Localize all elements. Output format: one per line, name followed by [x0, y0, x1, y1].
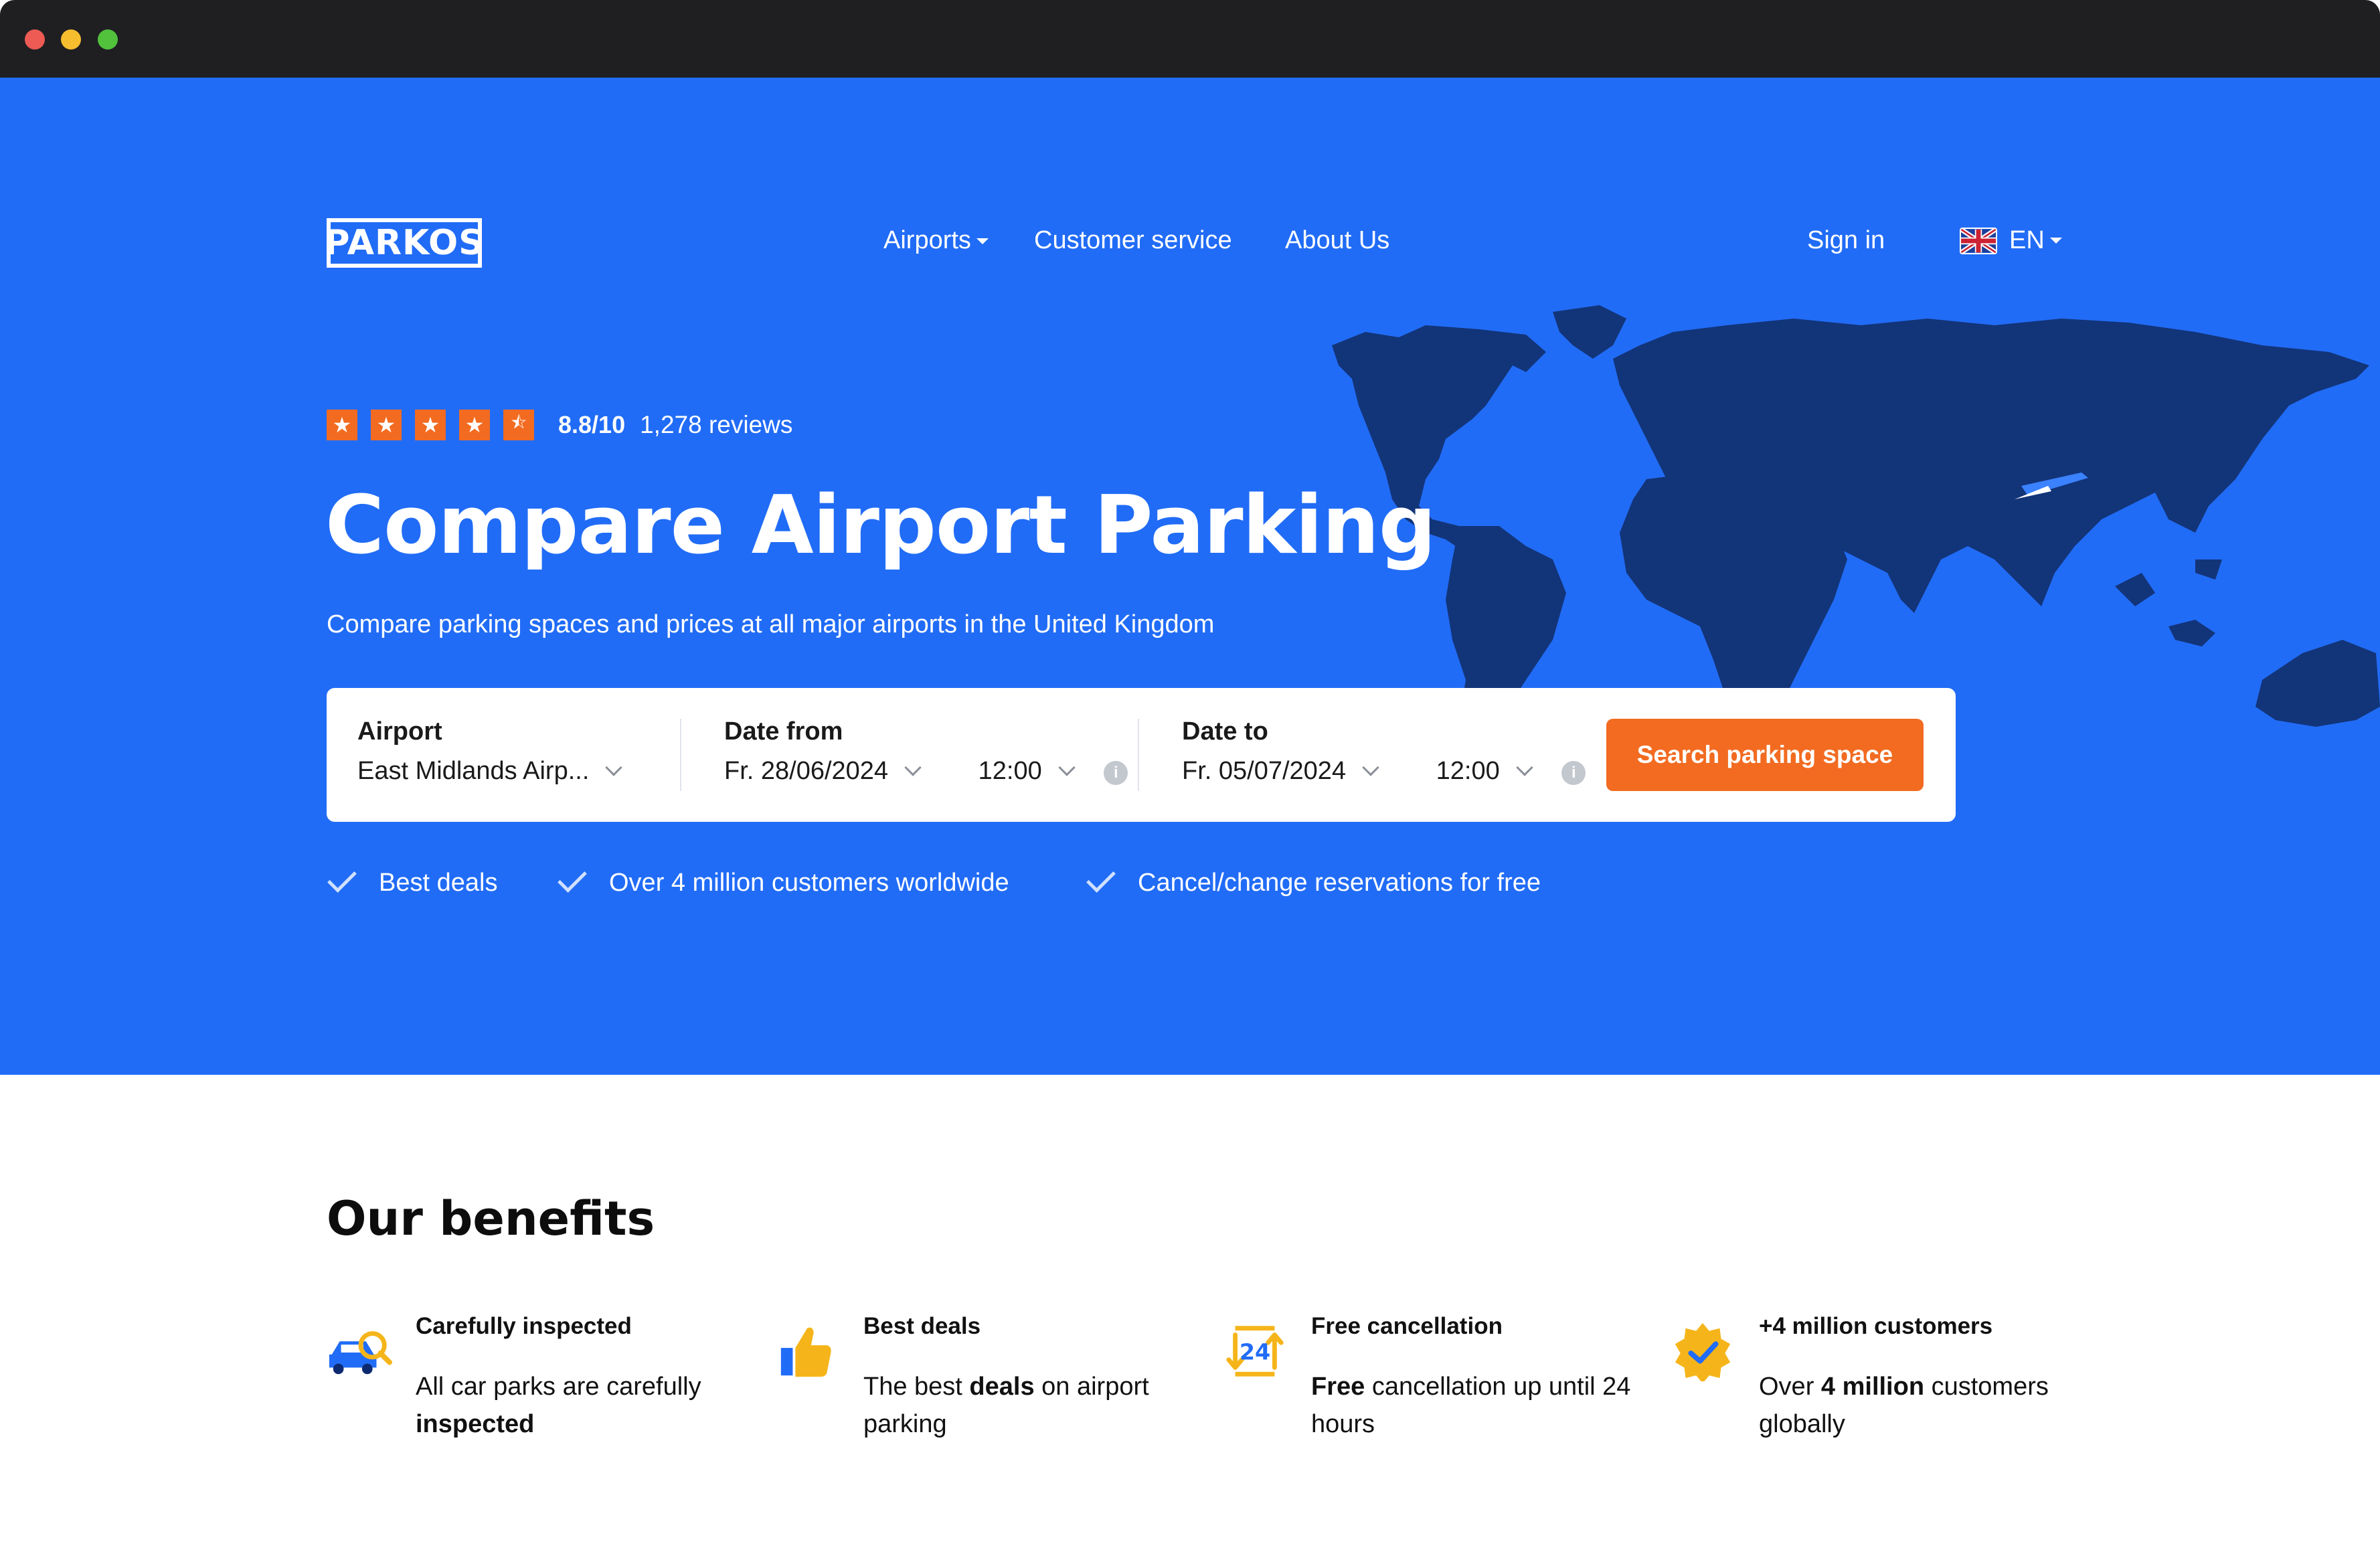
page-title: Compare Airport Parking: [325, 479, 1436, 572]
24-hours-icon: 24: [1226, 1326, 1284, 1377]
rating-reviews: 1,278 reviews: [640, 411, 793, 438]
benefits-heading: Our benefits: [327, 1191, 655, 1246]
half-star-icon: ⯪: [503, 410, 534, 440]
date-to-field[interactable]: Date to Fr. 05/07/2024 12:00 i: [1182, 717, 1586, 786]
date-from-picker[interactable]: Fr. 28/06/2024: [724, 757, 888, 785]
parkos-logo[interactable]: PARKOS: [324, 218, 484, 268]
benefit-description: The best deals on airport parking: [863, 1368, 1185, 1443]
chevron-down-icon: [1516, 759, 1533, 776]
benefit-desc-bold: inspected: [416, 1410, 535, 1438]
divider: [680, 719, 681, 791]
benefit-desc-text: Over: [1759, 1373, 1821, 1401]
date-from-label: Date from: [724, 717, 843, 746]
parking-search-form: Airport East Midlands Airp... Date from …: [327, 688, 1956, 822]
date-to-label: Date to: [1182, 717, 1268, 746]
usp-label: Over 4 million customers worldwide: [609, 869, 1009, 897]
chevron-down-icon: [904, 759, 922, 776]
thumbs-up-icon: [780, 1327, 831, 1377]
hero-section: PARKOS Airports Customer service About U…: [0, 78, 2380, 1075]
nav-about-us[interactable]: About Us: [1285, 226, 1389, 255]
uk-flag-icon: [1960, 227, 1997, 254]
time-from-select[interactable]: 12:00: [979, 757, 1042, 785]
benefit-title: Best deals: [863, 1313, 981, 1339]
benefit-desc-bold: Free: [1311, 1373, 1365, 1401]
benefit-desc-text: The best: [863, 1373, 970, 1401]
benefit-description: Over 4 million customers globally: [1759, 1368, 2080, 1443]
benefit-description: All car parks are carefully inspected: [416, 1368, 737, 1443]
chevron-down-icon: [1058, 759, 1076, 776]
nav-airports-label: Airports: [883, 226, 971, 254]
checkmark-icon: [1086, 863, 1116, 893]
caret-down-icon: [976, 238, 989, 245]
benefit-title: Carefully inspected: [416, 1313, 632, 1339]
usp-free-cancel: Cancel/change reservations for free: [1086, 863, 1541, 897]
page-subtitle: Compare parking spaces and prices at all…: [327, 610, 1215, 638]
usp-customers: Over 4 million customers worldwide: [557, 863, 1009, 897]
window-minimize-button[interactable]: [61, 29, 81, 50]
usp-label: Cancel/change reservations for free: [1138, 869, 1541, 897]
checkmark-icon: [558, 863, 587, 893]
window-close-button[interactable]: [25, 29, 45, 50]
divider: [1138, 719, 1139, 791]
usp-label: Best deals: [379, 869, 498, 897]
info-icon[interactable]: i: [1561, 761, 1586, 785]
star-icon: ★: [415, 410, 446, 440]
window-maximize-button[interactable]: [98, 29, 118, 50]
car-inspection-icon: [329, 1331, 392, 1375]
date-to-picker[interactable]: Fr. 05/07/2024: [1182, 757, 1346, 785]
date-from-field[interactable]: Date from Fr. 28/06/2024 12:00 i: [724, 717, 1128, 786]
sign-in-link[interactable]: Sign in: [1807, 226, 1885, 255]
nav-customer-service[interactable]: Customer service: [1034, 226, 1232, 255]
chevron-down-icon: [1362, 759, 1379, 776]
world-map-illustration: [1332, 305, 2380, 760]
star-icon: ★: [327, 410, 357, 440]
caret-down-icon: [2049, 238, 2062, 244]
benefit-desc-bold: 4 million: [1820, 1373, 1925, 1401]
checkmark-icon: [327, 863, 357, 893]
usp-best-deals: Best deals: [327, 863, 498, 897]
star-icon: ★: [459, 410, 490, 440]
rating-block: ★ ★ ★ ★ ⯪ 8.8/10 1,278 reviews: [327, 410, 792, 440]
rating-score: 8.8/10: [558, 411, 626, 438]
airport-label: Airport: [357, 717, 442, 746]
benefit-desc-text: All car parks are carefully: [416, 1373, 701, 1401]
verified-badge-icon: [1675, 1322, 1731, 1381]
airport-field[interactable]: Airport East Midlands Airp...: [357, 717, 623, 786]
time-to-select[interactable]: 12:00: [1436, 757, 1500, 785]
benefit-title: +4 million customers: [1759, 1313, 1993, 1339]
language-label: EN: [2009, 226, 2045, 254]
info-icon[interactable]: i: [1104, 761, 1128, 785]
svg-text:24: 24: [1240, 1339, 1270, 1365]
search-parking-button[interactable]: Search parking space: [1606, 719, 1924, 791]
benefit-title: Free cancellation: [1311, 1313, 1503, 1339]
chevron-down-icon: [605, 759, 623, 776]
language-selector[interactable]: EN: [1960, 226, 2062, 255]
benefit-description: Free cancellation up until 24 hours: [1311, 1368, 1632, 1443]
nav-airports[interactable]: Airports: [883, 226, 989, 255]
browser-chrome: [0, 0, 2380, 78]
benefit-desc-bold: deals: [969, 1373, 1035, 1401]
airport-select[interactable]: East Midlands Airp...: [357, 757, 589, 785]
star-icon: ★: [371, 410, 402, 440]
